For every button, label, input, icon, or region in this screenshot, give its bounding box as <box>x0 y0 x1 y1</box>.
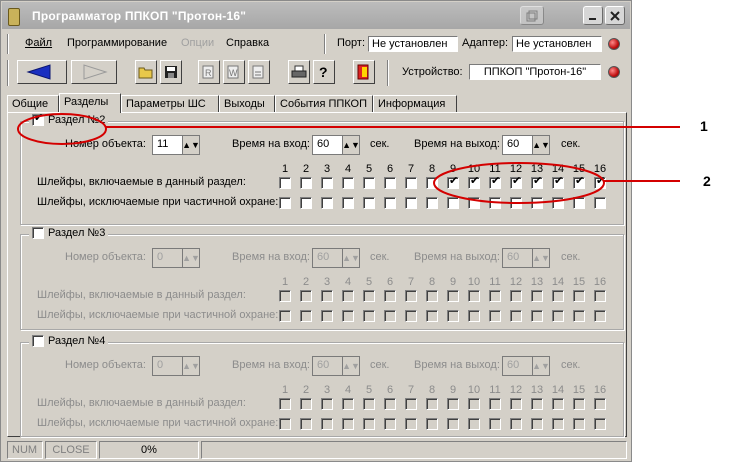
callout-number-1: 1 <box>700 118 708 134</box>
highlight-ellipse-loops <box>433 162 605 204</box>
callout-number-2: 2 <box>703 173 711 189</box>
annotation-overlay <box>17 113 680 204</box>
tab-sections[interactable]: Разделы <box>59 93 121 113</box>
highlight-ellipse-section <box>17 113 107 145</box>
